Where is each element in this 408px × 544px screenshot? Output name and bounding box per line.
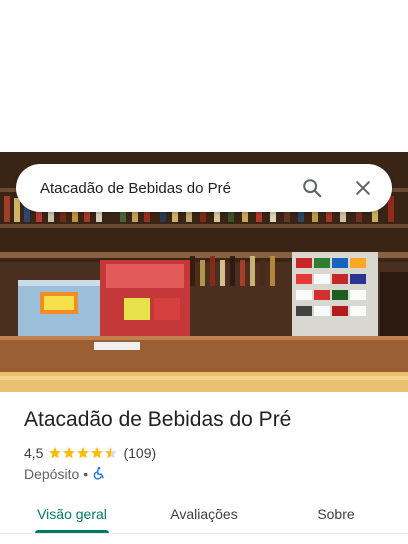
tab-about[interactable]: Sobre	[284, 496, 388, 532]
rating-value: 4,5	[24, 445, 44, 461]
rating-row[interactable]: 4,5 (109)	[24, 444, 156, 462]
star-icon	[77, 447, 90, 459]
separator-dot: •	[83, 466, 89, 482]
star-rating	[48, 446, 118, 460]
star-icon	[105, 447, 118, 459]
place-category: Depósito	[24, 466, 80, 482]
tab-reviews[interactable]: Avaliações	[152, 496, 256, 532]
place-title: Atacadão de Bebidas do Pré	[24, 408, 292, 431]
close-icon[interactable]	[351, 176, 375, 200]
search-icon[interactable]	[300, 176, 324, 200]
category-row: Depósito •	[24, 465, 106, 483]
place-tabs: Visão geral Avaliações Sobre	[0, 496, 408, 536]
tab-overview[interactable]: Visão geral	[20, 496, 124, 532]
star-icon	[49, 447, 62, 459]
star-icon	[91, 447, 104, 459]
star-icon	[63, 447, 76, 459]
review-count[interactable]: (109)	[123, 445, 156, 461]
wheelchair-icon	[92, 466, 106, 483]
tabs-divider	[0, 533, 408, 534]
search-bar[interactable]: Atacadão de Bebidas do Pré	[16, 164, 392, 212]
search-input[interactable]: Atacadão de Bebidas do Pré	[40, 180, 300, 197]
